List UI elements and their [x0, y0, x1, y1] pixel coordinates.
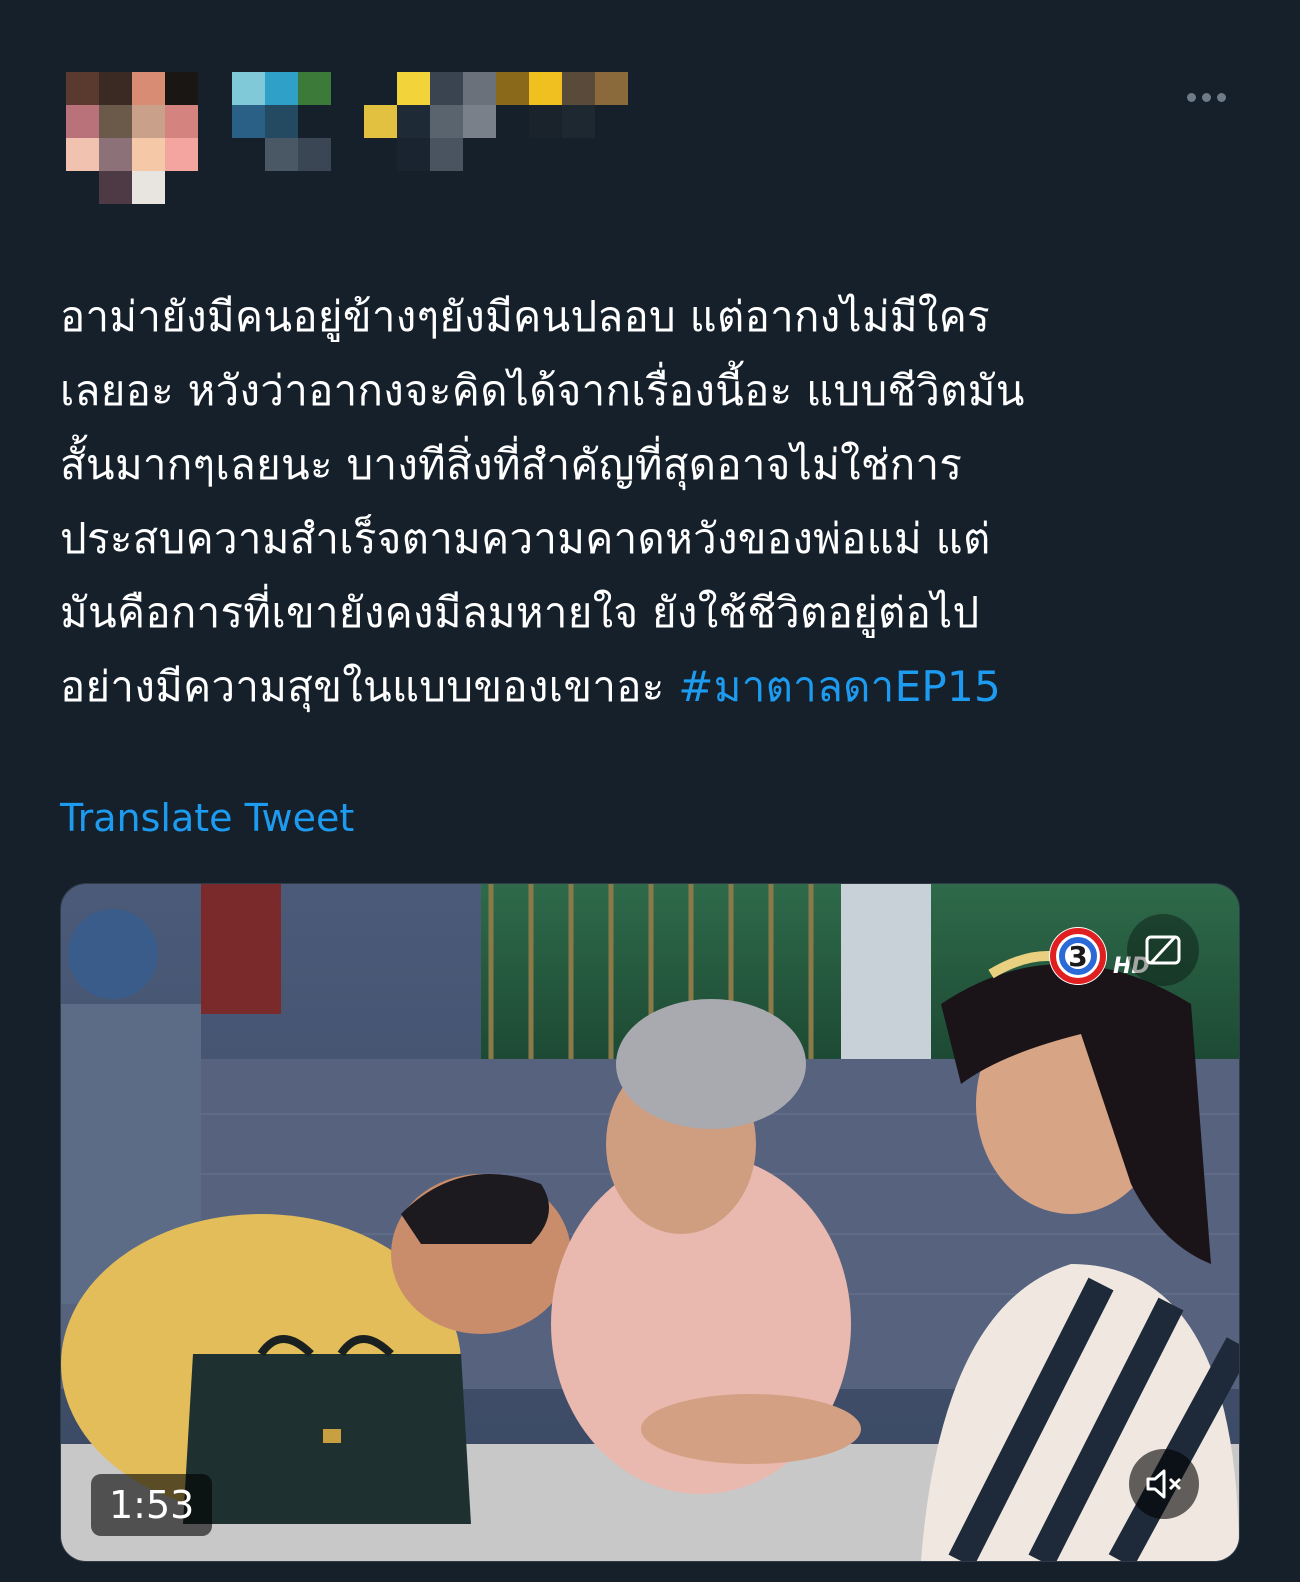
author-name-redacted[interactable] — [232, 72, 331, 171]
translate-tweet-link[interactable]: Translate Tweet — [60, 796, 354, 840]
hashtag-link[interactable]: #มาตาลดาEP15 — [678, 662, 1001, 711]
channel-logo-text: 3 — [1068, 940, 1087, 973]
tweet-text-line: ประสบความสำเร็จตามความคาดหวังของพ่อแม่ แ… — [60, 514, 991, 563]
tweet-header — [0, 0, 1300, 240]
speaker-muted-icon[interactable] — [1129, 1449, 1199, 1519]
tweet-text-last-line: อย่างมีความสุขในแบบของเขาอะ #มาตาลดาEP15 — [60, 650, 1240, 724]
author-handle-redacted[interactable] — [364, 72, 628, 171]
more-options-icon[interactable] — [1180, 80, 1232, 114]
tweet-text: อาม่ายังมีคนอยู่ข้างๆยังมีคนปลอบ แต่อากง… — [60, 280, 1240, 724]
tweet-text-line: เลยอะ หวังว่าอากงจะคิดได้จากเรื่องนี้อะ … — [60, 366, 1025, 415]
tweet-text-line: อย่างมีความสุขในแบบของเขาอะ — [60, 662, 679, 711]
avatar[interactable] — [66, 72, 198, 204]
channel-3-logo-icon: 3 — [1046, 924, 1110, 988]
tweet-text-line: สั้นมากๆเลยนะ บางทีสิ่งที่สำคัญที่สุดอาจ… — [60, 440, 963, 489]
video-player[interactable]: 3 HD 1:53 — [60, 883, 1240, 1562]
tweet-text-line: มันคือการที่เขายังคงมีลมหายใจ ยังใช้ชีวิ… — [60, 588, 980, 637]
closed-captions-icon[interactable] — [1127, 914, 1199, 986]
video-duration-badge: 1:53 — [91, 1474, 213, 1536]
tweet-text-line: อาม่ายังมีคนอยู่ข้างๆยังมีคนปลอบ แต่อากง… — [60, 292, 990, 341]
